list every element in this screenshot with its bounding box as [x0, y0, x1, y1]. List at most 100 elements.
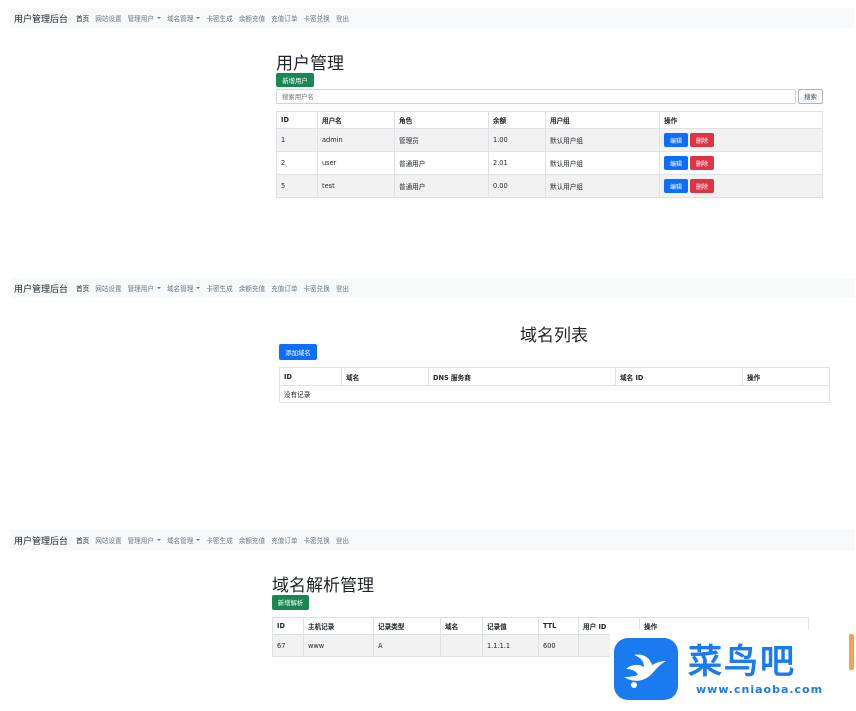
nav-site-settings[interactable]: 网站设置 — [95, 535, 121, 545]
navbar-2: 用户管理后台 首页 网站设置 管理用户 域名管理 卡密生成 余额充值 充值订单 … — [10, 278, 855, 298]
decorative-bar — [849, 634, 854, 670]
col-record-type: 记录类型 — [373, 617, 441, 635]
table-row: 1 admin 管理员 1.00 默认用户组 编辑 删除 — [276, 128, 823, 152]
col-dns-provider: DNS 服务商 — [428, 367, 616, 386]
nav-site-settings-label: 网站设置 — [95, 15, 122, 23]
add-domain-button[interactable]: 添加域名 — [279, 344, 317, 360]
table-row: 2 user 普通用户 2.01 默认用户组 编辑 删除 — [276, 151, 823, 175]
nav-logout-label: 登出 — [335, 285, 350, 293]
col-group: 用户组 — [545, 111, 660, 129]
nav-domain-manage[interactable]: 域名管理 — [166, 283, 201, 293]
navbar-1: 用户管理后台 首页 网站设置 管理用户 域名管理 卡密生成 余额充值 充值订单 … — [10, 8, 855, 28]
cell-group: 默认用户组 — [545, 151, 660, 175]
nav-recharge-orders-label: 充值订单 — [271, 537, 298, 545]
nav-balance-recharge[interactable]: 余额充值 — [239, 283, 265, 293]
col-actions: 操作 — [659, 111, 823, 129]
watermark-url: www.cniaoba.com — [696, 683, 824, 696]
nav-balance-recharge[interactable]: 余额充值 — [239, 13, 265, 23]
nav-card-generate[interactable]: 卡密生成 — [206, 283, 232, 293]
cell-domain — [440, 634, 483, 657]
watermark-name: 菜鸟吧 — [688, 642, 796, 682]
nav-manage-users[interactable]: 管理用户 — [128, 13, 161, 23]
col-id: ID — [272, 617, 304, 635]
cell-balance: 2.01 — [488, 151, 546, 175]
cell-balance: 0.00 — [488, 174, 546, 198]
caret-down-icon — [156, 287, 161, 289]
cell-record-value: 1.1.1.1 — [482, 634, 539, 657]
caret-down-icon — [156, 539, 161, 541]
users-table: ID 用户名 角色 余额 用户组 操作 1 admin 管理员 1.00 默认用… — [276, 111, 823, 198]
cell-id: 67 — [272, 634, 304, 657]
nav-balance-recharge[interactable]: 余额充值 — [239, 535, 265, 545]
nav-balance-recharge-label: 余额充值 — [238, 285, 266, 293]
caret-down-icon — [196, 539, 201, 541]
nav-domain-manage-label: 域名管理 — [166, 15, 194, 23]
delete-button[interactable]: 删除 — [690, 133, 714, 147]
col-id: ID — [276, 111, 318, 129]
nav-domain-manage-label: 域名管理 — [166, 537, 194, 545]
edit-button[interactable]: 编辑 — [664, 156, 688, 170]
cell-role: 普通用户 — [394, 174, 489, 198]
nav-recharge-orders-label: 充值订单 — [271, 15, 298, 23]
nav-manage-users-label: 管理用户 — [127, 285, 154, 293]
nav-domain-manage[interactable]: 域名管理 — [166, 13, 201, 23]
navbar-brand[interactable]: 用户管理后台 — [14, 12, 68, 25]
navbar-3: 用户管理后台 首页 网站设置 管理用户 域名管理 卡密生成 余额充值 充值订单 … — [10, 530, 855, 550]
search-input[interactable] — [276, 89, 796, 104]
cell-record-type: A — [373, 634, 441, 657]
nav-recharge-orders[interactable]: 充值订单 — [271, 283, 297, 293]
cell-username: admin — [317, 128, 395, 152]
cell-actions: 编辑 删除 — [659, 128, 823, 152]
edit-button[interactable]: 编辑 — [664, 179, 688, 193]
navbar-brand[interactable]: 用户管理后台 — [14, 534, 68, 547]
nav-logout[interactable]: 登出 — [336, 535, 349, 545]
nav-home[interactable]: 首页 — [76, 13, 89, 23]
nav-logout[interactable]: 登出 — [336, 13, 349, 23]
nav-card-redeem[interactable]: 卡密兑换 — [303, 13, 329, 23]
cell-id: 2 — [276, 151, 318, 175]
nav-home-label: 首页 — [76, 537, 90, 545]
col-username: 用户名 — [317, 111, 395, 129]
page-title-domains: 域名列表 — [520, 326, 588, 346]
nav-site-settings[interactable]: 网站设置 — [95, 13, 121, 23]
nav-recharge-orders-label: 充值订单 — [271, 285, 298, 293]
navbar-brand[interactable]: 用户管理后台 — [14, 282, 68, 295]
col-host: 主机记录 — [303, 617, 374, 635]
nav-domain-manage[interactable]: 域名管理 — [166, 535, 201, 545]
add-user-button[interactable]: 新增用户 — [276, 73, 314, 87]
delete-button[interactable]: 删除 — [690, 156, 714, 170]
nav-balance-recharge-label: 余额充值 — [238, 537, 266, 545]
caret-down-icon — [196, 17, 201, 19]
nav-card-redeem[interactable]: 卡密兑换 — [303, 535, 329, 545]
page-title-dns: 域名解析管理 — [272, 576, 374, 596]
nav-domain-manage-label: 域名管理 — [166, 285, 194, 293]
nav-site-settings[interactable]: 网站设置 — [95, 283, 121, 293]
cell-actions: 编辑 删除 — [659, 174, 823, 198]
nav-card-generate[interactable]: 卡密生成 — [206, 13, 232, 23]
nav-recharge-orders[interactable]: 充值订单 — [271, 13, 297, 23]
delete-button[interactable]: 删除 — [690, 179, 714, 193]
search-button[interactable]: 搜索 — [798, 89, 823, 104]
col-balance: 余额 — [488, 111, 546, 129]
nav-manage-users[interactable]: 管理用户 — [128, 535, 161, 545]
add-dns-record-button[interactable]: 新增解析 — [272, 595, 309, 610]
nav-card-redeem[interactable]: 卡密兑换 — [303, 283, 329, 293]
cell-role: 管理员 — [394, 128, 489, 152]
nav-card-generate[interactable]: 卡密生成 — [206, 535, 232, 545]
cell-username: test — [317, 174, 395, 198]
nav-recharge-orders[interactable]: 充值订单 — [271, 535, 297, 545]
table-header-row: ID 域名 DNS 服务商 域名 ID 操作 — [279, 367, 830, 386]
nav-logout[interactable]: 登出 — [336, 283, 349, 293]
cell-username: user — [317, 151, 395, 175]
col-record-value: 记录值 — [482, 617, 539, 635]
col-domain: 域名 — [341, 367, 429, 386]
nav-manage-users[interactable]: 管理用户 — [128, 283, 161, 293]
nav-card-generate-label: 卡密生成 — [206, 537, 233, 545]
cell-role: 普通用户 — [394, 151, 489, 175]
cell-host: www — [303, 634, 374, 657]
nav-logout-label: 登出 — [335, 15, 350, 23]
nav-home-label: 首页 — [76, 285, 90, 293]
nav-home[interactable]: 首页 — [76, 283, 89, 293]
nav-home[interactable]: 首页 — [76, 535, 89, 545]
edit-button[interactable]: 编辑 — [664, 133, 688, 147]
